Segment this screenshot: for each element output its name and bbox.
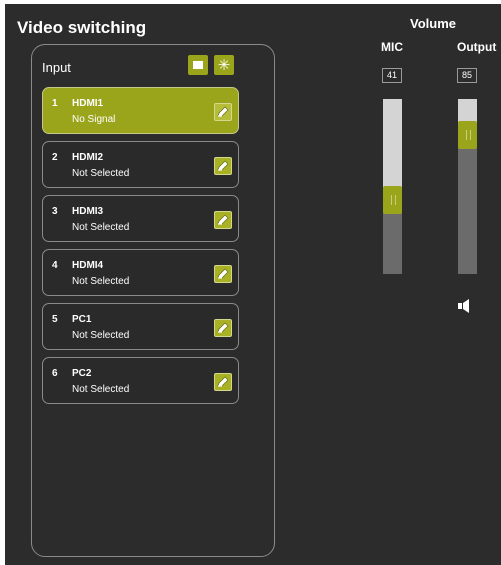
output-slider-thumb[interactable]: [458, 121, 477, 149]
edit-button[interactable]: [214, 319, 232, 337]
app-frame: Video switching Input ✳ 1 HDMI1 No Signa…: [5, 4, 501, 565]
edit-button[interactable]: [214, 373, 232, 391]
edit-button[interactable]: [214, 157, 232, 175]
input-item-pc1[interactable]: 5 PC1 Not Selected: [42, 303, 239, 350]
input-name: HDMI3: [72, 206, 104, 217]
output-value: 85: [457, 68, 477, 83]
input-index: 6: [52, 368, 58, 379]
input-status: Not Selected: [72, 384, 130, 395]
speaker-icon[interactable]: [458, 299, 474, 318]
mic-value: 41: [382, 68, 402, 83]
mic-volume-slider[interactable]: [383, 99, 402, 274]
input-index: 1: [52, 98, 58, 109]
input-status: Not Selected: [72, 168, 130, 179]
pencil-icon: [217, 106, 229, 117]
input-item-hdmi3[interactable]: 3 HDMI3 Not Selected: [42, 195, 239, 242]
edit-button[interactable]: [214, 103, 232, 121]
input-status: Not Selected: [72, 222, 130, 233]
video-switching-title: Video switching: [17, 18, 147, 37]
pencil-icon: [217, 160, 229, 171]
list-view-icon: [193, 61, 203, 69]
mic-label: MIC: [381, 40, 403, 54]
output-label: Output: [457, 40, 497, 54]
input-item-hdmi2[interactable]: 2 HDMI2 Not Selected: [42, 141, 239, 188]
input-index: 3: [52, 206, 58, 217]
volume-title: Volume: [410, 16, 456, 31]
input-item-hdmi1[interactable]: 1 HDMI1 No Signal: [42, 87, 239, 134]
pencil-icon: [217, 214, 229, 225]
slider-track-upper: [383, 99, 402, 200]
edit-button[interactable]: [214, 211, 232, 229]
grid-view-icon: ✳: [217, 56, 231, 74]
grip-icon: [391, 195, 396, 205]
pencil-icon: [217, 268, 229, 279]
input-index: 2: [52, 152, 58, 163]
input-index: 4: [52, 260, 58, 271]
input-name: PC2: [72, 368, 92, 379]
input-name: HDMI4: [72, 260, 104, 271]
input-status: Not Selected: [72, 276, 130, 287]
output-volume-slider[interactable]: [458, 99, 477, 274]
input-name: HDMI1: [72, 98, 104, 109]
input-panel: Input ✳ 1 HDMI1 No Signal 2 HDMI2 Not Se…: [31, 44, 275, 557]
pencil-icon: [217, 376, 229, 387]
pencil-icon: [217, 322, 229, 333]
list-view-button[interactable]: [188, 55, 208, 75]
grid-view-button[interactable]: ✳: [214, 55, 234, 75]
input-list: 1 HDMI1 No Signal 2 HDMI2 Not Selected 3…: [42, 87, 239, 411]
grip-icon: [466, 130, 471, 140]
input-index: 5: [52, 314, 58, 325]
input-item-pc2[interactable]: 6 PC2 Not Selected: [42, 357, 239, 404]
input-status: Not Selected: [72, 330, 130, 341]
input-name: PC1: [72, 314, 92, 325]
input-status: No Signal: [72, 114, 116, 125]
input-label: Input: [42, 60, 71, 75]
input-name: HDMI2: [72, 152, 104, 163]
mic-slider-thumb[interactable]: [383, 186, 402, 214]
input-item-hdmi4[interactable]: 4 HDMI4 Not Selected: [42, 249, 239, 296]
edit-button[interactable]: [214, 265, 232, 283]
